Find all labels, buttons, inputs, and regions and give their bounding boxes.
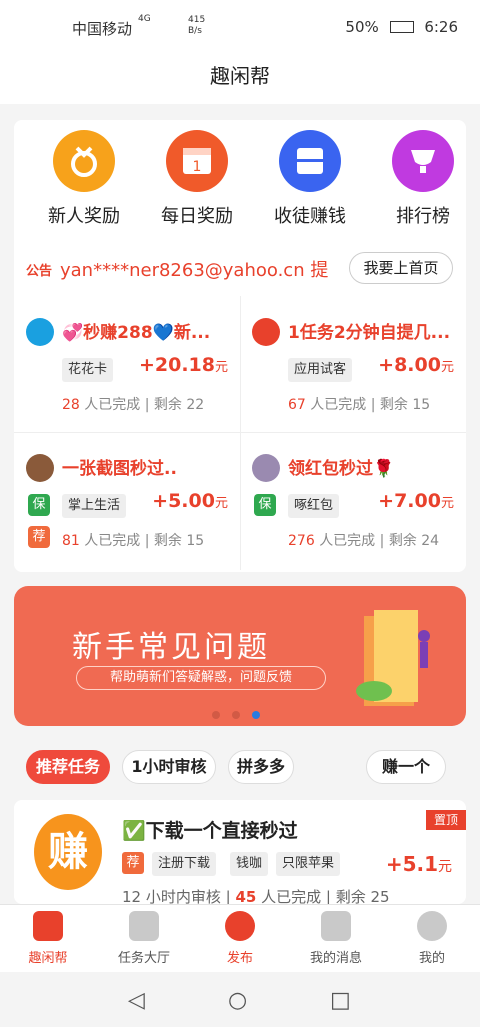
quick-label: 新人奖励 bbox=[48, 206, 120, 227]
banner-pager bbox=[212, 704, 272, 723]
chat-icon bbox=[321, 911, 351, 941]
recents-icon[interactable]: □ bbox=[330, 988, 351, 1013]
battery-icon bbox=[389, 21, 414, 33]
task-title: 1任务2分钟自提几... bbox=[288, 323, 451, 343]
nav-mine[interactable]: 我的 bbox=[384, 911, 480, 966]
task-chip: 啄红包 bbox=[288, 494, 340, 518]
quick-entry-row: 新人奖励 1 每日奖励 收徒赚钱 排行榜 bbox=[14, 130, 466, 240]
list-chip: 注册下载 bbox=[152, 852, 217, 876]
status-bar: 中国移动 4G 415 B/s 50% 6:26 bbox=[0, 0, 480, 56]
task-title: 💞秒赚288💙新... bbox=[62, 323, 211, 343]
trophy-icon bbox=[392, 130, 454, 192]
carrier-label: 中国移动 bbox=[72, 20, 133, 38]
quick-label: 每日奖励 bbox=[161, 206, 233, 227]
avatar bbox=[26, 318, 54, 346]
go-homepage-button[interactable]: 我要上首页 bbox=[349, 252, 453, 284]
task-price: +20.18元 bbox=[138, 354, 228, 376]
clock: 6:26 bbox=[424, 18, 458, 36]
task-price: +8.00元 bbox=[378, 354, 454, 376]
task-stats: 81 人已完成 | 剩余 15 bbox=[62, 533, 205, 549]
task-stats: 28 人已完成 | 剩余 22 bbox=[62, 397, 205, 413]
task-tabs: 推荐任务 1小时审核 拼多多 赚一个 bbox=[0, 748, 480, 788]
task-card[interactable]: 1任务2分钟自提几... 应用试客 +8.00元 67 人已完成 | 剩余 15 bbox=[240, 296, 466, 432]
tab-one-hour[interactable]: 1小时审核 bbox=[122, 750, 216, 784]
avatar bbox=[252, 318, 280, 346]
list-chip: 钱咖 bbox=[230, 852, 269, 876]
pinned-ribbon: 置顶 bbox=[426, 810, 466, 830]
guarantee-badge: 保 bbox=[28, 494, 50, 516]
quick-label: 排行榜 bbox=[396, 206, 450, 227]
status-right: 50% 6:26 bbox=[345, 18, 458, 36]
calendar-icon: 1 bbox=[166, 130, 228, 192]
task-price: +5.00元 bbox=[152, 490, 228, 512]
earn-one-button[interactable]: 赚一个 bbox=[366, 750, 446, 784]
guarantee-badge: 保 bbox=[254, 494, 276, 516]
task-logo: 赚 bbox=[34, 814, 102, 890]
task-grid: 💞秒赚288💙新... 花花卡 +20.18元 28 人已完成 | 剩余 22 … bbox=[14, 296, 466, 570]
bear-icon bbox=[417, 911, 447, 941]
task-card[interactable]: 领红包秒过🌹 保 啄红包 +7.00元 276 人已完成 | 剩余 24 bbox=[240, 432, 466, 568]
list-stats: 12 小时内审核 | 45 人已完成 | 剩余 25 bbox=[122, 888, 390, 904]
banner-title: 新手常见问题 bbox=[72, 630, 270, 665]
feather-icon bbox=[225, 911, 255, 941]
notice-tag: 公告 bbox=[26, 264, 53, 279]
task-card[interactable]: 💞秒赚288💙新... 花花卡 +20.18元 28 人已完成 | 剩余 22 bbox=[14, 296, 240, 432]
notice-text[interactable]: yan****ner8263@yahoo.cn 提 bbox=[60, 256, 340, 282]
bottom-nav: 趣闲帮 任务大厅 发布 我的消息 我的 bbox=[0, 904, 480, 972]
box-icon bbox=[279, 130, 341, 192]
home-circle-icon[interactable]: ○ bbox=[228, 988, 247, 1013]
network-type: 4G bbox=[138, 14, 151, 24]
banner-subtitle: 帮助萌新们答疑解惑，问题反馈 bbox=[76, 666, 326, 690]
net-speed: 415 B/s bbox=[188, 15, 206, 36]
nav-messages[interactable]: 我的消息 bbox=[288, 911, 384, 966]
list-item[interactable]: 赚 ✅下载一个直接秒过 置顶 荐 注册下载 钱咖 只限苹果 +5.1元 12 小… bbox=[14, 800, 466, 904]
notice-bar: 公告 yan****ner8263@yahoo.cn 提 我要上首页 bbox=[14, 252, 466, 288]
task-title: 领红包秒过🌹 bbox=[288, 459, 395, 479]
list-title: ✅下载一个直接秒过 bbox=[122, 820, 298, 842]
nav-home[interactable]: 趣闲帮 bbox=[0, 911, 96, 966]
svg-text:1: 1 bbox=[193, 159, 202, 175]
list-price: +5.1元 bbox=[385, 852, 452, 876]
task-chip: 花花卡 bbox=[62, 358, 114, 382]
gallery-icon bbox=[129, 911, 159, 941]
task-card[interactable]: 一张截图秒过.. 保 掌上生活 +5.00元 荐 81 人已完成 | 剩余 15 bbox=[14, 432, 240, 568]
task-stats: 67 人已完成 | 剩余 15 bbox=[288, 397, 431, 413]
quick-item-daily[interactable]: 1 每日奖励 bbox=[142, 130, 252, 228]
task-chip: 应用试客 bbox=[288, 358, 353, 382]
task-price: +7.00元 bbox=[378, 490, 454, 512]
quick-item-rank[interactable]: 排行榜 bbox=[368, 130, 478, 228]
system-nav: ◁ ○ □ bbox=[0, 972, 480, 1027]
avatar bbox=[252, 454, 280, 482]
recommend-badge: 荐 bbox=[122, 852, 144, 874]
recommend-badge: 荐 bbox=[28, 526, 50, 548]
battery-percent: 50% bbox=[345, 18, 379, 36]
home-icon bbox=[33, 911, 63, 941]
task-title: 一张截图秒过.. bbox=[62, 459, 177, 479]
book-illustration bbox=[356, 610, 430, 706]
page-title: 趣闲帮 bbox=[0, 56, 480, 104]
back-icon[interactable]: ◁ bbox=[128, 988, 145, 1013]
medal-icon bbox=[53, 130, 115, 192]
avatar bbox=[26, 454, 54, 482]
nav-publish[interactable]: 发布 bbox=[192, 911, 288, 966]
promo-banner[interactable]: 新手常见问题 帮助萌新们答疑解惑，问题反馈 bbox=[14, 586, 466, 726]
nav-task-hall[interactable]: 任务大厅 bbox=[96, 911, 192, 966]
task-stats: 276 人已完成 | 剩余 24 bbox=[288, 533, 440, 549]
tab-recommended[interactable]: 推荐任务 bbox=[26, 750, 110, 784]
task-chip: 掌上生活 bbox=[62, 494, 127, 518]
quick-item-newbie[interactable]: 新人奖励 bbox=[29, 130, 139, 228]
quick-item-invite[interactable]: 收徒赚钱 bbox=[255, 130, 365, 228]
list-chip: 只限苹果 bbox=[276, 852, 341, 876]
tab-pinduoduo[interactable]: 拼多多 bbox=[228, 750, 294, 784]
quick-label: 收徒赚钱 bbox=[274, 206, 346, 227]
